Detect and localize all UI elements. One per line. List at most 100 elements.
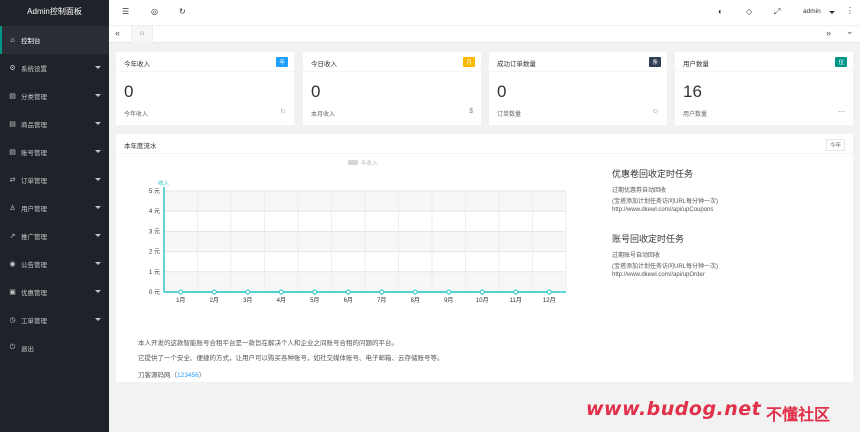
chevron-down-icon [95,94,101,97]
card-title: 今年收入 [124,61,150,68]
tag-icon[interactable]: ◇ [746,7,752,16]
sidebar-item-6[interactable]: ♙ 用户管理 [0,194,109,222]
sidebar-item-icon: ⏻ [9,344,16,351]
data-point [446,289,452,295]
sidebar-item-label: 用户管理 [21,206,47,213]
x-tick-label: 1月 [176,297,185,304]
data-point [546,289,552,295]
sidebar-item-label: 控制台 [21,38,41,45]
sidebar-item-label: 退出 [21,346,34,353]
tab-dropdown-icon[interactable]: ⌄ [846,26,854,37]
chevron-down-icon[interactable] [829,11,835,14]
card-badge: 月 [463,57,475,67]
theme-icon[interactable]: ◐ [718,7,723,16]
panel-header: 本年度流水 今年 [116,134,853,154]
legend-label: 年收入 [361,159,378,167]
data-point [412,289,418,295]
data-point [513,289,519,295]
card-subtitle: 订单数量 [497,112,522,118]
sidebar-item-0[interactable]: ⌂ 控制台 [0,26,109,54]
panel-title: 本年度流水 [124,143,157,150]
sidebar-item-icon: ↗ [9,233,16,240]
task-line: http://www.dkewl.com//api/upOrder [612,272,705,278]
y-tick-label: 0 元 [149,289,160,296]
x-tick-label: 8月 [411,297,420,304]
legend-swatch [348,160,358,165]
data-point [245,289,251,295]
card-value: 16 [683,82,702,101]
stat-card: 成功订单数量 条 0 订单数量 ☺ [489,52,667,125]
y-tick-label: 2 元 [149,249,160,256]
year-button[interactable]: 今年 [825,139,845,151]
refresh-icon[interactable]: ↻ [179,7,186,16]
chevron-down-icon [95,262,101,265]
sidebar-item-label: 系统设置 [21,66,47,73]
card-header: 今年收入 年 [116,52,294,72]
sidebar-item-label: 账号管理 [21,150,47,157]
description-line-3: 刀客源码网（123456） [138,369,205,379]
card-badge: 年 [276,57,288,67]
chevron-down-icon [95,122,101,125]
description-line-1: 本人开发的这款智能账号合租平台是一款旨在解决个人和企业之间账号合租的问题的平台。 [138,340,398,347]
tab-prev-icon[interactable]: « [115,28,120,38]
sidebar-item-icon: ▤ [9,93,16,100]
sidebar-item-1[interactable]: ⚙ 系统设置 [0,54,109,82]
series-label: 收入 [158,179,170,187]
sidebar-item-11[interactable]: ⏻ 退出 [0,334,109,362]
task-line: 过期优惠券自动回收 [612,188,667,194]
top-header: ☰ ◎ ↻ ◐ ◇ ⤢ admin ⋮ [109,0,860,26]
sidebar-item-10[interactable]: ◷ 工单管理 [0,306,109,334]
menu-fold-icon[interactable]: ☰ [122,7,129,16]
data-point [278,289,284,295]
sidebar-item-7[interactable]: ↗ 推广管理 [0,222,109,250]
x-tick-label: 4月 [277,297,286,304]
source-link[interactable]: 123456 [177,372,199,379]
tab-home[interactable]: ⌂ [131,26,153,43]
data-point [312,289,318,295]
sidebar-item-3[interactable]: ▤ 商品管理 [0,110,109,138]
fullscreen-icon[interactable]: ⤢ [774,7,780,17]
card-subtitle: 本月收入 [311,112,336,118]
sidebar-item-9[interactable]: ▣ 优惠管理 [0,278,109,306]
card-badge: 条 [649,57,661,67]
card-icon: $ [469,108,473,115]
card-badge: 位 [835,57,847,67]
x-tick-label: 10月 [476,297,489,304]
app-title: Admin控制面板 [0,0,109,26]
sidebar-item-label: 工单管理 [21,318,47,325]
more-icon[interactable]: ⋮ [846,6,854,15]
source-suffix: ） [198,372,206,379]
x-tick-label: 12月 [543,297,556,304]
y-tick-label: 1 元 [149,269,160,276]
stat-card: 今年收入 年 0 今年收入 ⚐ [116,52,294,125]
x-tick-label: 3月 [243,297,252,304]
card-title: 成功订单数量 [497,61,536,68]
sidebar-item-4[interactable]: ▤ 账号管理 [0,138,109,166]
data-point [345,289,351,295]
card-icon: ⚐ [279,109,286,116]
sidebar-item-icon: ▣ [9,289,16,296]
stat-card: 今日收入 月 0 本月收入 $ [303,52,481,125]
x-tick-label: 5月 [310,297,319,304]
card-value: 0 [124,82,134,101]
sidebar-item-icon: ▤ [9,149,16,156]
sidebar-item-8[interactable]: ◉ 公告管理 [0,250,109,278]
chevron-down-icon [95,290,101,293]
globe-icon[interactable]: ◎ [151,7,158,16]
sidebar-item-label: 公告管理 [21,262,47,269]
sidebar-item-label: 分类管理 [21,94,47,101]
watermark-cn: 不懂社区 [766,405,831,424]
y-tick-label: 3 元 [149,228,160,235]
description-line-2: 它提供了一个安全、便捷的方式，让用户可以购买各种账号，如社交媒体账号、电子邮箱、… [138,355,444,362]
sidebar-item-5[interactable]: ⇄ 订单管理 [0,166,109,194]
home-icon: ⌂ [139,30,145,37]
tab-next-icon[interactable]: » [826,28,831,38]
data-point [178,289,184,295]
sidebar-item-icon: ◉ [9,261,16,268]
task-line: (宝塔添加计划任务访问URL每分钟一次) [612,199,718,205]
sidebar-item-2[interactable]: ▤ 分类管理 [0,82,109,110]
card-subtitle: 用户数量 [683,112,708,118]
user-menu[interactable]: admin [803,8,821,15]
sidebar-item-icon: ▤ [9,121,16,128]
data-point [211,289,217,295]
